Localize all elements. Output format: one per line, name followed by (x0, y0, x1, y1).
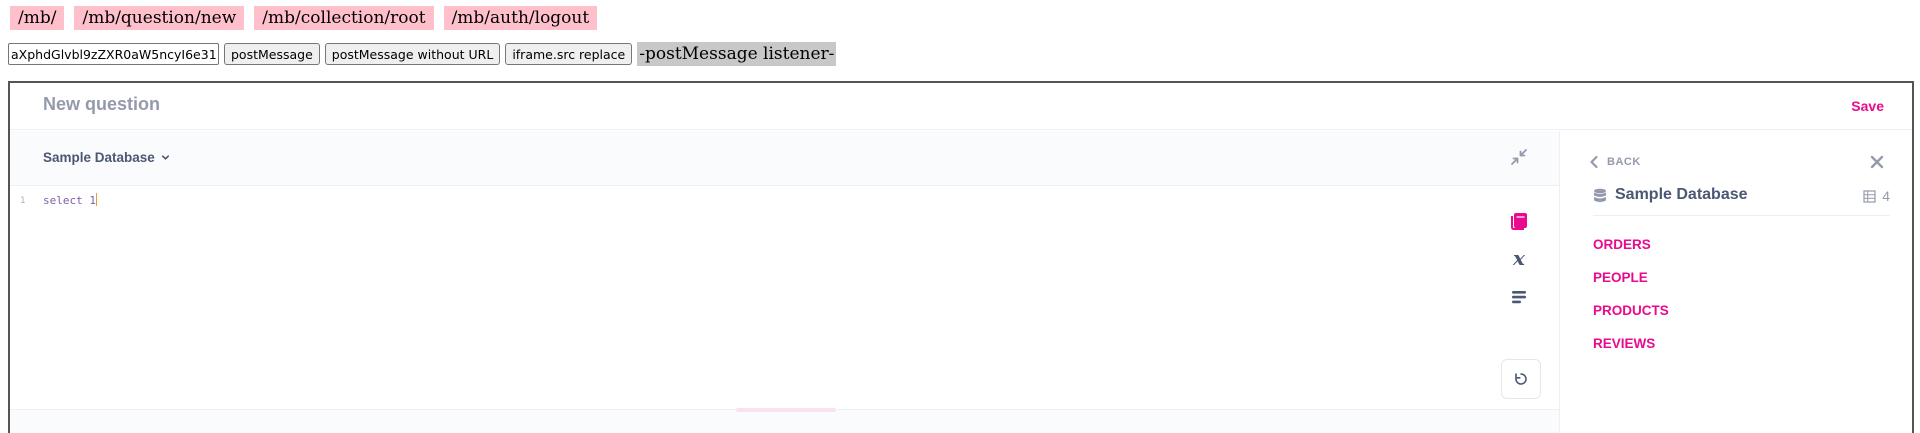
table-count-value: 4 (1882, 188, 1890, 204)
nav-link-auth-logout[interactable]: /mb/auth/logout (443, 6, 598, 30)
table-list: ORDERS PEOPLE PRODUCTS REVIEWS (1593, 228, 1669, 360)
nav-link-collection-root[interactable]: /mb/collection/root (254, 6, 434, 30)
post-message-button[interactable]: postMessage (224, 43, 320, 65)
post-message-no-url-button[interactable]: postMessage without URL (324, 43, 501, 65)
back-button[interactable]: BACK (1589, 155, 1641, 169)
data-reference-panel: BACK Sample Database 4 ORDERS PEOPLE PRO… (1561, 131, 1912, 433)
snippet-lines-icon (1512, 291, 1526, 304)
run-query-button[interactable] (1501, 359, 1541, 399)
iframe-src-replace-button[interactable]: iframe.src replace (505, 43, 633, 65)
close-icon[interactable] (1870, 155, 1884, 169)
refresh-icon (1515, 373, 1527, 385)
database-icon (1594, 188, 1606, 203)
variables-button[interactable]: x (1507, 247, 1531, 271)
snippets-button[interactable] (1507, 285, 1531, 309)
token-input[interactable] (8, 43, 219, 65)
question-title[interactable]: New question (43, 94, 160, 115)
database-picker-label: Sample Database (43, 150, 155, 165)
resize-handle[interactable] (736, 408, 836, 412)
data-reference-button[interactable] (1507, 209, 1531, 233)
harness-controls: postMessage postMessage without URL ifra… (8, 42, 837, 66)
code-line[interactable]: select 1 (43, 193, 97, 207)
collapse-editor-icon[interactable] (1509, 147, 1529, 167)
editor-side-tools: x (1469, 187, 1559, 409)
code-text: select 1 (43, 194, 96, 207)
question-header: New question Save (10, 83, 1912, 130)
reference-database-row: Sample Database 4 (1593, 186, 1890, 216)
database-picker[interactable]: Sample Database (43, 150, 170, 165)
save-button[interactable]: Save (1851, 98, 1884, 114)
table-link-people[interactable]: PEOPLE (1593, 261, 1669, 294)
nav-link-question-new[interactable]: /mb/question/new (74, 6, 245, 30)
database-bar: Sample Database (10, 131, 1559, 186)
book-icon (1511, 213, 1527, 230)
reference-database-name: Sample Database (1615, 186, 1748, 203)
text-cursor (95, 193, 97, 206)
line-number: 1 (20, 196, 26, 206)
svg-text:x: x (1512, 249, 1526, 269)
editor-resize-bar (10, 408, 1559, 433)
table-count: 4 (1863, 188, 1890, 204)
back-label: BACK (1607, 156, 1641, 168)
chevron-left-icon (1590, 155, 1598, 169)
nav-link-mb[interactable]: /mb/ (10, 6, 65, 30)
variable-x-icon: x (1512, 249, 1526, 269)
post-message-listener-label: -postMessage listener- (637, 42, 837, 66)
nav-links: /mb/ /mb/question/new /mb/collection/roo… (10, 6, 598, 30)
code-area[interactable]: 1 select 1 (10, 187, 1470, 409)
chevron-down-icon (161, 155, 169, 160)
table-link-reviews[interactable]: REVIEWS (1593, 327, 1669, 360)
table-link-orders[interactable]: ORDERS (1593, 228, 1669, 261)
table-link-products[interactable]: PRODUCTS (1593, 294, 1669, 327)
embedded-frame: New question Save Sample Database 1 sele… (8, 81, 1914, 433)
native-query-editor: Sample Database 1 select 1 x (10, 131, 1560, 433)
table-grid-icon (1863, 189, 1876, 203)
